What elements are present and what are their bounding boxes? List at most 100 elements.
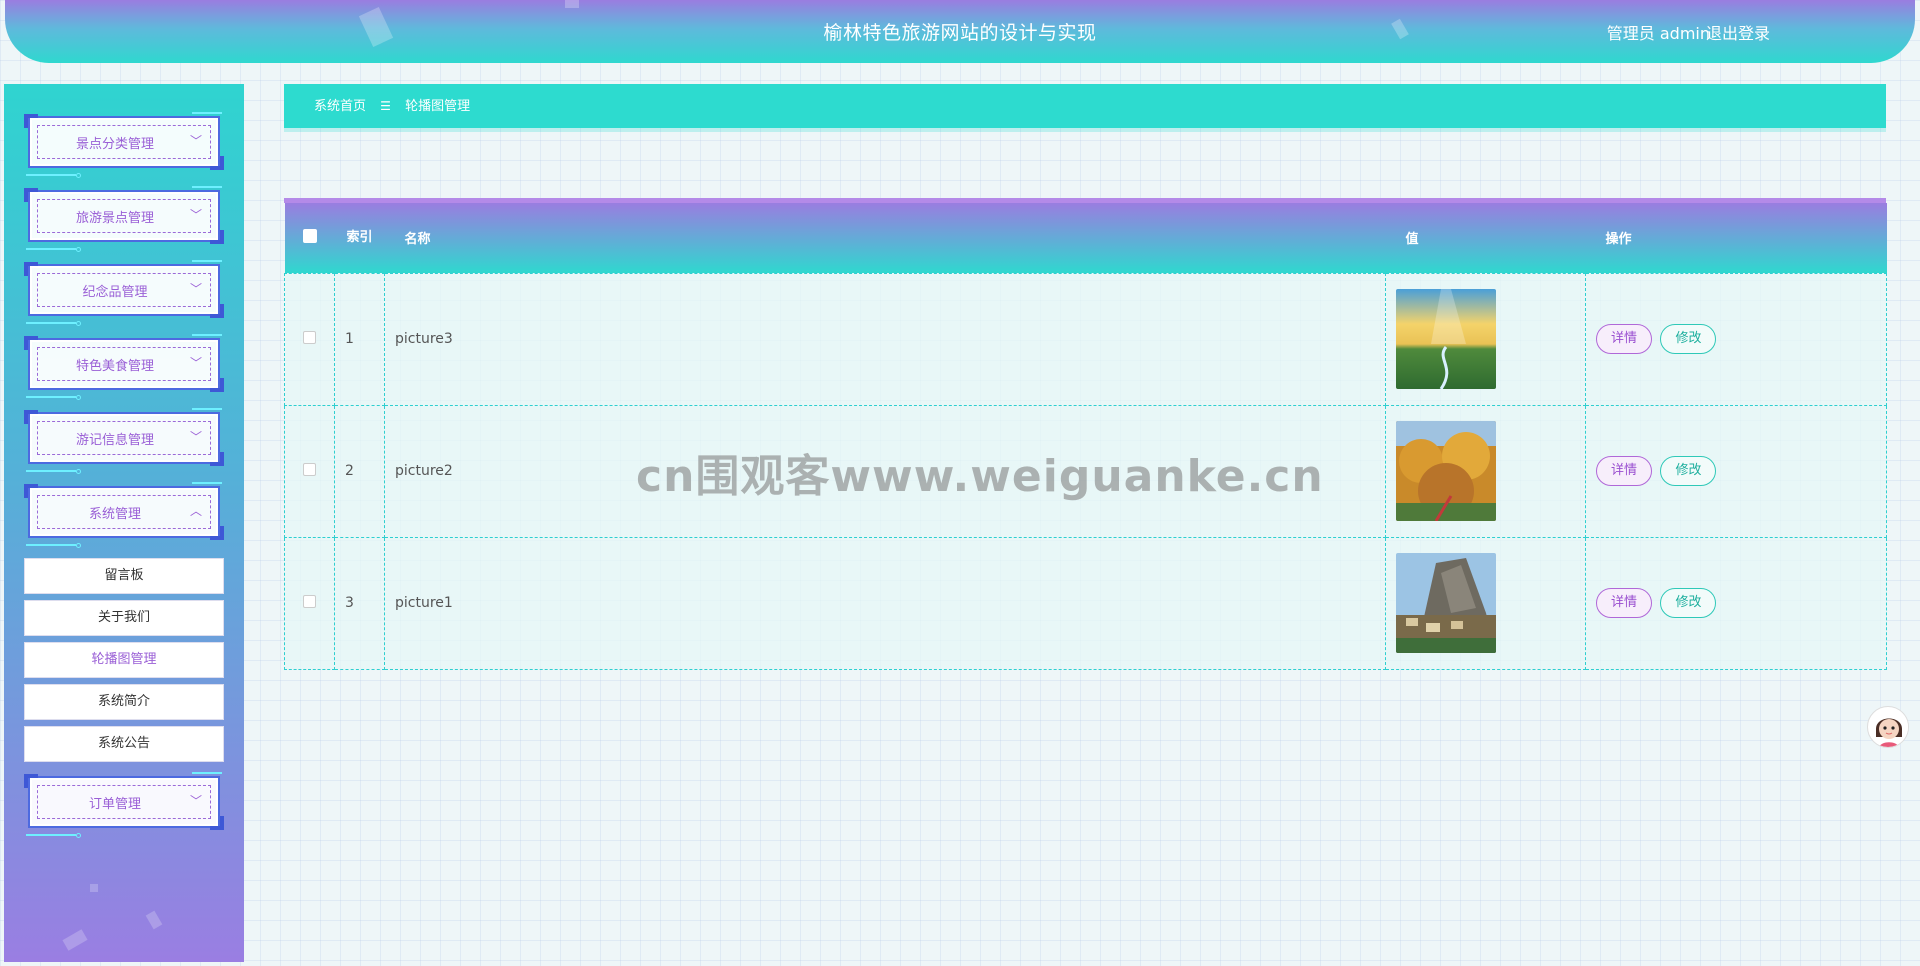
submenu-item-announcement[interactable]: 系统公告 [24,726,224,762]
frame-corner [210,156,224,170]
frame-corner [24,484,38,498]
frame-line [192,772,222,774]
sidebar-item-system[interactable]: 系统管理 ︿ [24,482,224,548]
logout-link[interactable]: 退出登录 [1706,20,1770,44]
column-header-value: 值 [1385,203,1586,273]
sidebar-item-orders[interactable]: 订单管理 ﹀ [24,772,224,838]
column-header-actions: 操作 [1585,203,1887,273]
frame-corner [24,336,38,350]
cell-index: 3 [334,536,385,670]
row-checkbox[interactable] [303,462,316,476]
row-select-cell [284,536,335,670]
frame-line [26,174,76,176]
frame-dot [76,833,81,838]
frame-dot [76,173,81,178]
frame-line [26,396,76,398]
cell-name: picture3 [384,272,1386,406]
cell-actions: 详情 修改 [1585,404,1887,538]
sidebar: 景点分类管理 ﹀ 旅游景点管理 ﹀ 纪念品管理 ﹀ 特色美食管理 ﹀ 游记信息管… [4,84,244,962]
sidebar-item-spot-category[interactable]: 景点分类管理 ﹀ [24,112,224,178]
frame-corner [24,410,38,424]
frame-dot [76,543,81,548]
sidebar-item-travelogue[interactable]: 游记信息管理 ﹀ [24,408,224,474]
submenu-item-message-board[interactable]: 留言板 [24,558,224,594]
frame-corner [24,188,38,202]
frame-line [192,482,222,484]
edit-button[interactable]: 修改 [1660,324,1717,354]
frame-line [192,186,222,188]
frame-dot [76,395,81,400]
detail-button[interactable]: 详情 [1596,324,1653,354]
chevron-down-icon: ﹀ [189,430,202,444]
frame-corner [24,262,38,276]
edit-button[interactable]: 修改 [1660,588,1717,618]
header-decoration [565,0,579,8]
row-select-cell [284,404,335,538]
frame-line [26,470,76,472]
sidebar-item-spots[interactable]: 旅游景点管理 ﹀ [24,186,224,252]
breadcrumb: 系统首页 ☰ 轮播图管理 [284,84,1886,128]
carousel-thumbnail[interactable] [1396,421,1496,521]
cell-name: picture2 [384,404,1386,538]
detail-button[interactable]: 详情 [1596,456,1653,486]
sidebar-item-label: 订单管理 [88,797,141,812]
row-checkbox[interactable] [303,594,316,608]
frame-corner [210,816,224,830]
frame-line [26,544,76,546]
chevron-down-icon: ﹀ [189,794,202,808]
carousel-thumbnail[interactable] [1396,289,1496,389]
frame-corner [210,378,224,392]
chevron-down-icon: ﹀ [189,282,202,296]
cell-value [1385,404,1586,538]
chevron-down-icon: ﹀ [189,134,202,148]
sidebar-decoration [62,929,88,951]
frame-corner [210,526,224,540]
column-header-index: 索引 [334,203,385,273]
frame-corner [210,304,224,318]
frame-line [192,408,222,410]
cell-actions: 详情 修改 [1585,272,1887,406]
cell-value [1385,272,1586,406]
top-header: 榆林特色旅游网站的设计与实现 管理员 admin 退出登录 [5,0,1915,63]
frame-line [26,322,76,324]
select-all-cell [284,203,335,273]
frame-line [192,260,222,262]
row-checkbox[interactable] [303,330,316,344]
frame-dot [76,247,81,252]
cell-name: picture1 [384,536,1386,670]
submenu-item-carousel[interactable]: 轮播图管理 [24,642,224,678]
assistant-avatar-icon[interactable] [1867,706,1909,748]
frame-corner [24,774,38,788]
frame-line [192,334,222,336]
frame-corner [24,114,38,128]
breadcrumb-current: 轮播图管理 [405,99,471,114]
table-row: 1 picture3 详情 修改 [284,272,1887,406]
cell-value [1385,536,1586,670]
cell-index: 2 [334,404,385,538]
frame-line [26,248,76,250]
submenu-item-about-us[interactable]: 关于我们 [24,600,224,636]
carousel-thumbnail[interactable] [1396,553,1496,653]
sidebar-item-label: 纪念品管理 [82,285,148,300]
column-header-name: 名称 [384,203,1386,273]
chevron-down-icon: ﹀ [189,208,202,222]
cell-actions: 详情 修改 [1585,536,1887,670]
frame-dot [76,469,81,474]
current-user: 管理员 admin [1606,24,1710,43]
sidebar-item-label: 景点分类管理 [75,137,154,152]
sidebar-item-food[interactable]: 特色美食管理 ﹀ [24,334,224,400]
sidebar-item-souvenirs[interactable]: 纪念品管理 ﹀ [24,260,224,326]
avatar-face-icon [1869,708,1908,747]
select-all-checkbox[interactable] [302,228,317,243]
breadcrumb-separator-icon: ☰ [380,99,391,113]
frame-corner [210,230,224,244]
cell-index: 1 [334,272,385,406]
breadcrumb-home[interactable]: 系统首页 [314,99,366,114]
carousel-table: 索引 名称 值 操作 1 picture3 详情 修改 2 picture2 详… [284,198,1887,670]
detail-button[interactable]: 详情 [1596,588,1653,618]
sidebar-item-label: 特色美食管理 [75,359,154,374]
edit-button[interactable]: 修改 [1660,456,1717,486]
submenu-item-system-intro[interactable]: 系统简介 [24,684,224,720]
frame-dot [76,321,81,326]
sidebar-decoration [90,884,98,892]
